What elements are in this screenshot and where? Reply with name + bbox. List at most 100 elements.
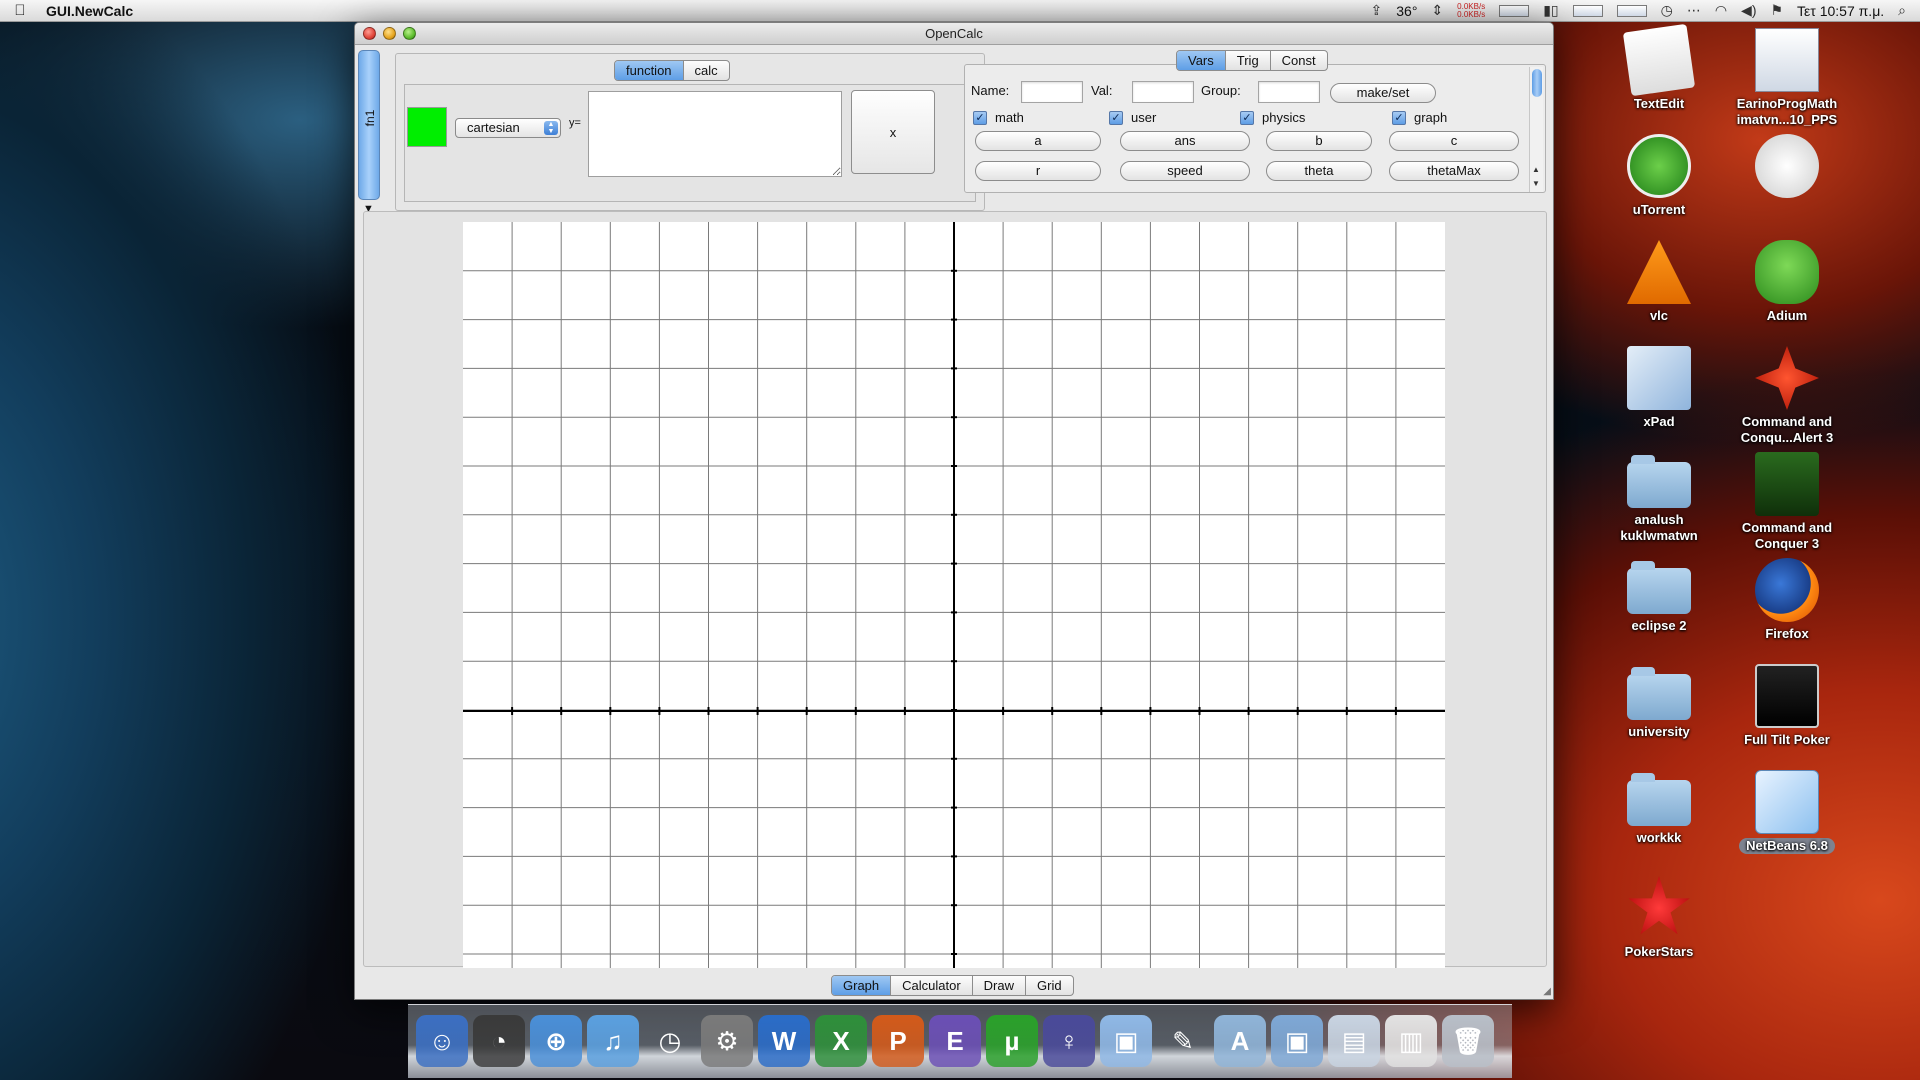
bluetooth-icon[interactable]: ⋯ [1687, 2, 1701, 19]
temperature-readout[interactable]: 36° [1396, 3, 1417, 19]
trash-icon[interactable]: 🗑 [1442, 1015, 1494, 1067]
desktop-icon-vlc[interactable]: vlc [1594, 240, 1724, 324]
tab-graph[interactable]: Graph [832, 976, 892, 995]
desktop-icon-firefox[interactable]: Firefox [1722, 558, 1852, 642]
desktop-icon-earinoprogmath-imatvn-10-pps[interactable]: EarinoProgMath imatvn...10_PPS [1722, 28, 1852, 128]
function-expression-input[interactable] [588, 91, 842, 177]
utorrent-icon[interactable]: µ [986, 1015, 1038, 1067]
cpu-meter[interactable] [1499, 4, 1530, 17]
document-icon [1755, 28, 1819, 92]
preview-icon[interactable]: ▤ [1328, 1015, 1380, 1067]
function-editor: cartesian ▲ ▼ y= x [404, 84, 976, 202]
minimize-window-button[interactable] [383, 27, 396, 40]
var-button-r[interactable]: r [975, 161, 1101, 181]
app-name-menu[interactable]: GUI.NewCalc [46, 3, 133, 19]
tab-function[interactable]: function [615, 61, 684, 80]
desktop-icon-command-and-conqu-alert-3[interactable]: Command and Conqu...Alert 3 [1722, 346, 1852, 446]
graph-checkbox[interactable]: ✓ graph [1392, 110, 1447, 125]
scroll-up-arrow-icon[interactable]: ▲ [1532, 165, 1540, 174]
utorrent-icon [1627, 134, 1691, 198]
user-checkbox[interactable]: ✓ user [1109, 110, 1156, 125]
clock[interactable]: Τετ 10:57 π.μ. [1797, 3, 1884, 19]
math-checkbox[interactable]: ✓ math [973, 110, 1024, 125]
safari-icon[interactable]: ⊕ [530, 1015, 582, 1067]
time-machine-icon[interactable]: ◷ [644, 1015, 696, 1067]
var-button-c[interactable]: c [1389, 131, 1519, 151]
desktop-icon-textedit[interactable]: TextEdit [1594, 23, 1724, 112]
wifi-icon[interactable]: ◠ [1715, 2, 1727, 19]
vars-scrollbar[interactable]: ▲ ▼ [1529, 67, 1543, 192]
vars-scroll-thumb[interactable] [1532, 69, 1542, 97]
var-button-ans[interactable]: ans [1120, 131, 1250, 151]
tab-const[interactable]: Const [1271, 51, 1327, 70]
desktop-icon-label: xPad [1643, 414, 1675, 429]
volume-icon[interactable]: ◀) [1741, 2, 1756, 19]
netbeans-icon[interactable]: ▣ [1100, 1015, 1152, 1067]
system-preferences-icon[interactable]: ⚙ [701, 1015, 753, 1067]
var-group-input[interactable] [1258, 81, 1320, 103]
disk-meter[interactable] [1572, 4, 1603, 17]
physics-checkbox[interactable]: ✓ physics [1240, 110, 1305, 125]
coordinate-mode-select[interactable]: cartesian ▲ ▼ [455, 118, 561, 138]
function-color-swatch[interactable] [407, 107, 447, 147]
close-window-button[interactable] [363, 27, 376, 40]
adium-icon[interactable]: ♀ [1043, 1015, 1095, 1067]
folder-icon [1627, 455, 1691, 508]
x-variable-button[interactable]: x [851, 90, 935, 174]
zoom-window-button[interactable] [403, 27, 416, 40]
word-icon[interactable]: W [758, 1015, 810, 1067]
scroll-down-arrow-icon[interactable]: ▼ [1532, 179, 1540, 188]
entourage-icon[interactable]: E [929, 1015, 981, 1067]
desktop-icon-command-and-conquer-3[interactable]: Command and Conquer 3 [1722, 452, 1852, 552]
desktop-icon-workkk[interactable]: workkk [1594, 770, 1724, 846]
desktop-icon-full-tilt-poker[interactable]: Full Tilt Poker [1722, 664, 1852, 748]
var-button-theta[interactable]: theta [1266, 161, 1372, 181]
desktop-icon-utorrent[interactable]: uTorrent [1594, 134, 1724, 218]
tab-trig[interactable]: Trig [1226, 51, 1271, 70]
time-machine-icon[interactable]: ◷ [1661, 2, 1673, 19]
network-meter[interactable] [1616, 4, 1647, 17]
pokerstars-icon [1628, 876, 1690, 935]
network-speed[interactable]: 0.0KB/s 0.0KB/s [1457, 2, 1485, 19]
textedit-icon[interactable]: ✎ [1157, 1015, 1209, 1067]
input-flag-icon[interactable]: ⚑ [1770, 2, 1783, 19]
memory-icon[interactable]: ▮▯ [1543, 2, 1558, 19]
desktop-icon-analush-kuklwmatwn[interactable]: analush kuklwmatwn [1594, 452, 1724, 544]
graph-canvas[interactable] [463, 222, 1445, 968]
tab-calc[interactable]: calc [684, 61, 729, 80]
var-button-a[interactable]: a [975, 131, 1101, 151]
desktop-icon-university[interactable]: university [1594, 664, 1724, 740]
tab-grid[interactable]: Grid [1026, 976, 1073, 995]
window-titlebar[interactable]: OpenCalc [355, 23, 1553, 45]
folder-icon [1627, 667, 1691, 720]
tab-calculator[interactable]: Calculator [891, 976, 973, 995]
itunes-icon[interactable]: ♫ [587, 1015, 639, 1067]
resize-grip-icon[interactable]: ◢ [1543, 986, 1551, 997]
desktop-icon-label: workkk [1636, 830, 1682, 845]
dashboard-icon[interactable]: ◔ [473, 1015, 525, 1067]
desktop-icon-eclipse-2[interactable]: eclipse 2 [1594, 558, 1724, 634]
tab-draw[interactable]: Draw [973, 976, 1027, 995]
function-side-tab[interactable]: fn1 ▼ [358, 50, 380, 215]
desktop-icon-pokerstars[interactable]: PokerStars [1594, 876, 1724, 960]
desktop-icon-pes2010[interactable] [1722, 134, 1852, 202]
apple-logo-icon[interactable]:  [0, 2, 40, 19]
applications-folder-icon[interactable]: A [1214, 1015, 1266, 1067]
var-button-thetamax[interactable]: thetaMax [1389, 161, 1519, 181]
var-name-input[interactable] [1021, 81, 1083, 103]
excel-icon[interactable]: X [815, 1015, 867, 1067]
var-button-speed[interactable]: speed [1120, 161, 1250, 181]
finder-icon[interactable]: ☺ [416, 1015, 468, 1067]
desktop-icon-adium[interactable]: Adium [1722, 240, 1852, 324]
document-icon[interactable]: ▥ [1385, 1015, 1437, 1067]
desktop-icon-xpad[interactable]: xPad [1594, 346, 1724, 430]
tab-vars[interactable]: Vars [1177, 51, 1226, 70]
var-value-input[interactable] [1132, 81, 1194, 103]
var-button-b[interactable]: b [1266, 131, 1372, 151]
eject-icon[interactable]: ⇪ [1371, 2, 1383, 19]
powerpoint-icon[interactable]: P [872, 1015, 924, 1067]
desktop-icon-netbeans-6-8[interactable]: NetBeans 6.8 [1722, 770, 1852, 854]
netbeans-folder-icon[interactable]: ▣ [1271, 1015, 1323, 1067]
make-set-button[interactable]: make/set [1330, 83, 1436, 103]
spotlight-search-icon[interactable]: ⌕ [1898, 2, 1906, 19]
